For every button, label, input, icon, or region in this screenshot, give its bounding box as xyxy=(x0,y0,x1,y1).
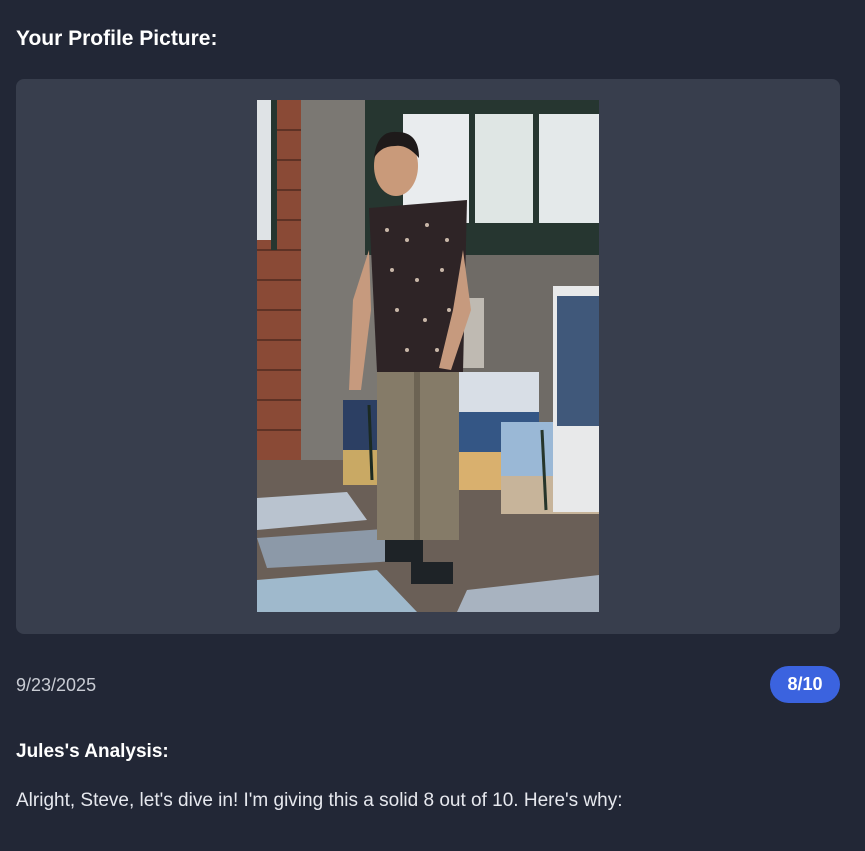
score-badge: 8/10 xyxy=(770,666,840,703)
profile-photo xyxy=(257,100,599,612)
analysis-body: Alright, Steve, let's dive in! I'm givin… xyxy=(16,790,623,811)
review-date: 9/23/2025 xyxy=(16,675,97,695)
profile-photo-card xyxy=(16,79,840,634)
analysis-heading: Jules's Analysis: xyxy=(16,741,169,762)
profile-review-page: Your Profile Picture: 9/23/2025 8/10 Jul… xyxy=(0,0,865,851)
painting-tall xyxy=(553,286,599,512)
page-title: Your Profile Picture: xyxy=(16,27,218,50)
